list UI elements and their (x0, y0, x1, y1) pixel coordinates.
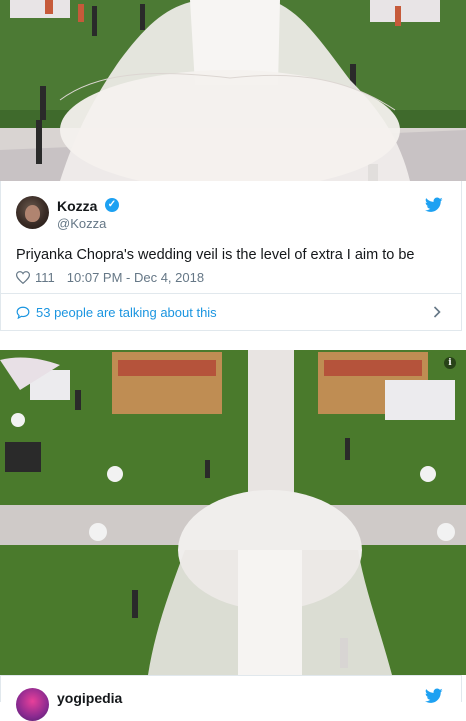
chevron-right-icon[interactable] (433, 306, 441, 318)
card-divider (1, 293, 461, 294)
embedded-tweet-card[interactable]: Kozza ✓ @Kozza Priyanka Chopra's wedding… (0, 181, 462, 331)
next-tweet-card[interactable]: yogipedia (0, 675, 462, 721)
user-handle[interactable]: @Kozza (57, 216, 106, 231)
tweet-meta: 111 10:07 PM - Dec 4, 2018 (16, 268, 204, 286)
comment-icon (16, 306, 30, 319)
tweet-text: Priyanka Chopra's wedding veil is the le… (16, 247, 415, 263)
info-icon[interactable]: i (444, 357, 456, 369)
user-avatar[interactable] (16, 196, 49, 229)
wedding-photo-bottom (0, 350, 466, 675)
next-user-avatar[interactable] (16, 688, 49, 721)
conversation-label[interactable]: 53 people are talking about this (36, 305, 217, 320)
heart-icon[interactable] (16, 270, 30, 284)
tweet-timestamp[interactable]: 10:07 PM - Dec 4, 2018 (67, 270, 204, 285)
like-count[interactable]: 111 (35, 270, 55, 285)
display-name[interactable]: Kozza (57, 198, 97, 214)
wedding-photo-top (0, 0, 466, 181)
twitter-bird-icon[interactable] (425, 197, 443, 213)
next-display-name[interactable]: yogipedia (57, 690, 122, 706)
conversation-link[interactable]: 53 people are talking about this (16, 302, 446, 322)
verified-badge-icon: ✓ (105, 198, 119, 212)
